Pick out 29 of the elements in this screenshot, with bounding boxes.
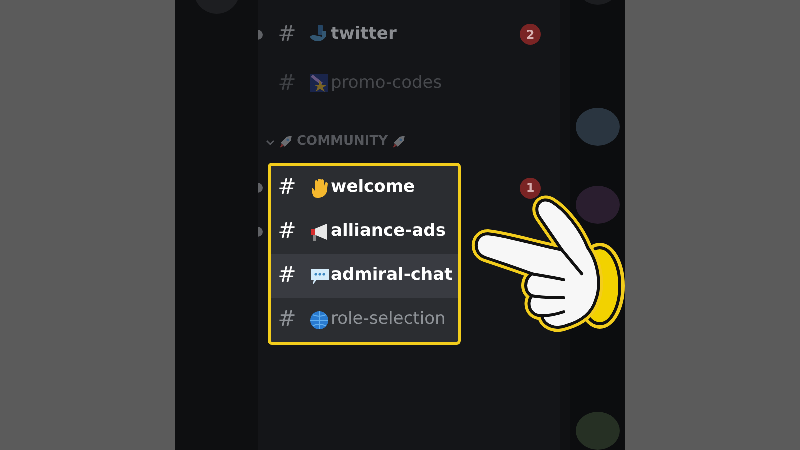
channel-row[interactable]: # admiral-chat <box>271 254 458 298</box>
chevron-icon[interactable] <box>266 138 275 146</box>
megaphone-icon <box>310 222 329 242</box>
rocket-icon <box>279 135 293 149</box>
channel-name[interactable]: admiral-chat <box>331 263 453 289</box>
channel-row[interactable]: # role-selection <box>271 298 458 342</box>
hash-icon: # <box>278 265 310 287</box>
channel-name[interactable]: welcome <box>331 175 416 201</box>
globe-icon <box>310 310 329 330</box>
channel-row[interactable]: # twitter <box>278 22 397 48</box>
member-avatar[interactable] <box>576 186 620 224</box>
raised-hand-icon <box>310 178 329 198</box>
hash-icon: # <box>278 24 310 46</box>
unread-count: 2 <box>520 24 541 45</box>
channel-row[interactable]: # welcome <box>271 166 458 210</box>
phone-hand-icon <box>310 25 329 44</box>
speech-bubble-icon <box>310 266 329 286</box>
channel-name[interactable]: twitter <box>331 22 397 48</box>
channel-row[interactable]: # alliance-ads <box>271 210 458 254</box>
rocket-icon <box>392 135 406 149</box>
hash-icon: # <box>278 309 310 331</box>
channel-name[interactable]: role-selection <box>331 307 446 333</box>
member-avatar[interactable] <box>576 108 620 146</box>
unread-count: 1 <box>520 178 541 198</box>
hash-icon: # <box>278 221 310 243</box>
hash-icon: # <box>278 72 310 94</box>
hash-icon: # <box>278 177 310 199</box>
channel-name[interactable]: alliance-ads <box>331 219 446 245</box>
member-avatar[interactable] <box>576 412 620 450</box>
